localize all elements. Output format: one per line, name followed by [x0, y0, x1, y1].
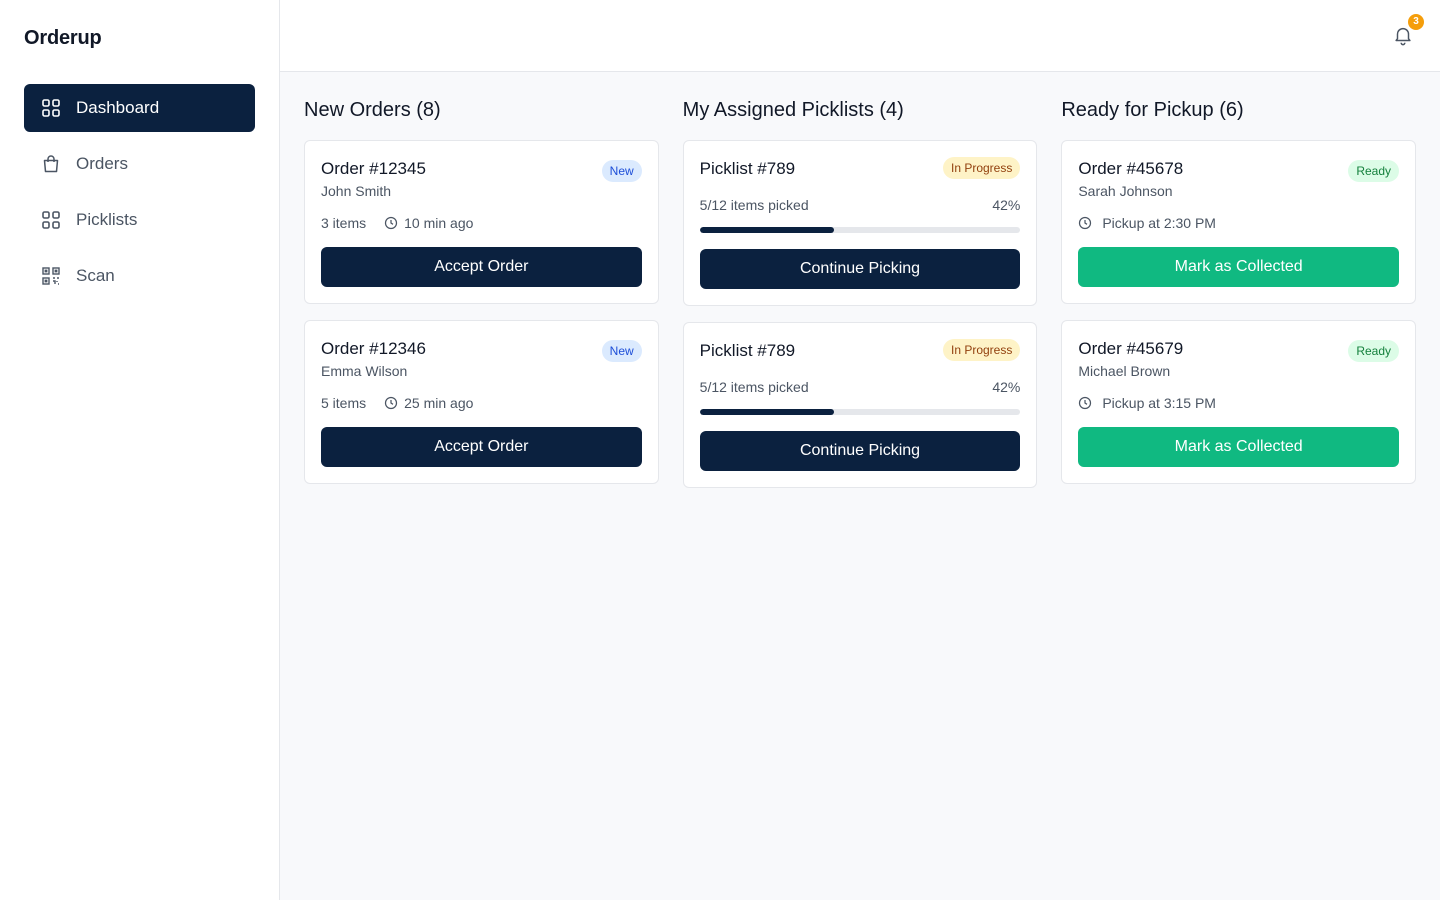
order-title: Order #45679 [1078, 339, 1184, 358]
customer-name: Emma Wilson [321, 363, 408, 379]
order-meta: 5 items 25 min ago [321, 393, 642, 413]
status-badge: Ready [1348, 160, 1400, 182]
ready-order-card: Order #45679 Michael Brown Ready Pickup … [1061, 320, 1417, 484]
dashboard-board: New Orders (8) Order #12345 John Smith N… [280, 72, 1440, 488]
picklist-card: Picklist #789 In Progress 5/12 items pic… [682, 140, 1038, 306]
qr-icon [40, 265, 62, 287]
main-area: 3 New Orders (8) Order #12345 John Smith… [280, 0, 1440, 900]
card-header: Order #45678 Sarah Johnson Ready [1078, 157, 1400, 201]
status-badge: In Progress [942, 339, 1021, 361]
sidebar: Orderup Dashboard Orders Picklists Scan [0, 0, 280, 900]
column-title: Ready for Pickup (6) [1061, 99, 1244, 121]
sidebar-item-label: Dashboard [76, 98, 160, 117]
card-header: Order #45679 Michael Brown Ready [1078, 337, 1400, 381]
card-header: Order #12346 Emma Wilson New [321, 337, 642, 381]
clock-icon [1079, 216, 1092, 230]
continue-picking-button[interactable]: Continue Picking [699, 249, 1021, 289]
order-time: 10 min ago [404, 215, 474, 231]
card-header: Picklist #789 In Progress [700, 157, 1021, 181]
sidebar-item-dashboard[interactable]: Dashboard [24, 84, 255, 132]
order-title: Order #12345 [321, 159, 426, 178]
picklist-title: Picklist #789 [699, 341, 796, 360]
customer-name: Michael Brown [1078, 363, 1171, 379]
item-count: 5 items [321, 395, 367, 411]
order-meta: 3 items 10 min ago [321, 213, 642, 233]
picklist-card: Picklist #789 In Progress 5/12 items pic… [682, 322, 1038, 488]
column-picklists: My Assigned Picklists (4) Picklist #789 … [682, 96, 1038, 488]
order-time: 25 min ago [404, 395, 474, 411]
sidebar-item-picklists[interactable]: Picklists [24, 196, 255, 244]
clock-icon [384, 216, 398, 230]
clock-icon [1079, 396, 1092, 410]
continue-picking-button[interactable]: Continue Picking [699, 431, 1021, 471]
customer-name: John Smith [321, 183, 392, 199]
card-header: Order #12345 John Smith New [321, 157, 642, 201]
pickup-time: Pickup at 3:15 PM [1102, 395, 1216, 411]
topbar: 3 [280, 0, 1440, 72]
notification-count-badge: 3 [1408, 13, 1424, 30]
order-title: Order #45678 [1078, 159, 1184, 178]
sidebar-item-scan[interactable]: Scan [24, 252, 255, 300]
picklist-title: Picklist #789 [699, 159, 796, 178]
progress-info: 5/12 items picked 42% [700, 377, 1021, 397]
clock-icon [384, 396, 398, 410]
progress-bar [699, 227, 1021, 233]
status-badge: In Progress [942, 157, 1021, 179]
grid-icon [40, 97, 62, 119]
item-count: 3 items [321, 215, 367, 231]
pickup-time: Pickup at 2:30 PM [1102, 215, 1216, 231]
pickup-meta: Pickup at 3:15 PM [1078, 393, 1399, 413]
status-badge: New [601, 340, 642, 362]
order-title: Order #12346 [321, 339, 426, 358]
app-shell: Orderup Dashboard Orders Picklists Scan … [0, 0, 1440, 900]
notifications-button[interactable]: 3 [1392, 13, 1424, 48]
accept-order-button[interactable]: Accept Order [321, 247, 642, 287]
items-picked: 5/12 items picked [699, 197, 809, 213]
bag-icon [40, 153, 62, 175]
status-badge: Ready [1348, 340, 1400, 362]
card-header: Picklist #789 In Progress [700, 339, 1021, 363]
column-title: New Orders (8) [304, 99, 441, 121]
column-new-orders: New Orders (8) Order #12345 John Smith N… [304, 96, 659, 488]
order-card: Order #12346 Emma Wilson New 5 items 25 … [304, 320, 659, 484]
sidebar-nav: Dashboard Orders Picklists Scan [24, 84, 255, 300]
progress-fill [699, 227, 835, 233]
progress-info: 5/12 items picked 42% [700, 195, 1021, 215]
grid-icon [40, 209, 62, 231]
order-card: Order #12345 John Smith New 3 items 10 m… [304, 140, 659, 304]
brand-logo[interactable]: Orderup [24, 0, 255, 76]
card-list: Order #45678 Sarah Johnson Ready Pickup … [1061, 140, 1417, 484]
progress-percent: 42% [992, 197, 1021, 213]
sidebar-item-label: Picklists [76, 210, 138, 229]
card-list: Order #12345 John Smith New 3 items 10 m… [304, 140, 659, 484]
items-picked: 5/12 items picked [699, 379, 809, 395]
accept-order-button[interactable]: Accept Order [321, 427, 642, 467]
customer-name: Sarah Johnson [1078, 183, 1173, 199]
card-list: Picklist #789 In Progress 5/12 items pic… [682, 140, 1038, 488]
status-badge: New [601, 160, 642, 182]
mark-collected-button[interactable]: Mark as Collected [1078, 247, 1400, 287]
progress-percent: 42% [992, 379, 1021, 395]
column-ready-for-pickup: Ready for Pickup (6) Order #45678 Sarah … [1061, 96, 1417, 488]
mark-collected-button[interactable]: Mark as Collected [1078, 427, 1400, 467]
sidebar-item-orders[interactable]: Orders [24, 140, 255, 188]
progress-bar [699, 409, 1021, 415]
column-title: My Assigned Picklists (4) [682, 99, 904, 121]
progress-fill [699, 409, 835, 415]
sidebar-item-label: Scan [76, 266, 115, 285]
ready-order-card: Order #45678 Sarah Johnson Ready Pickup … [1061, 140, 1417, 304]
sidebar-item-label: Orders [76, 154, 128, 173]
pickup-meta: Pickup at 2:30 PM [1078, 213, 1399, 233]
